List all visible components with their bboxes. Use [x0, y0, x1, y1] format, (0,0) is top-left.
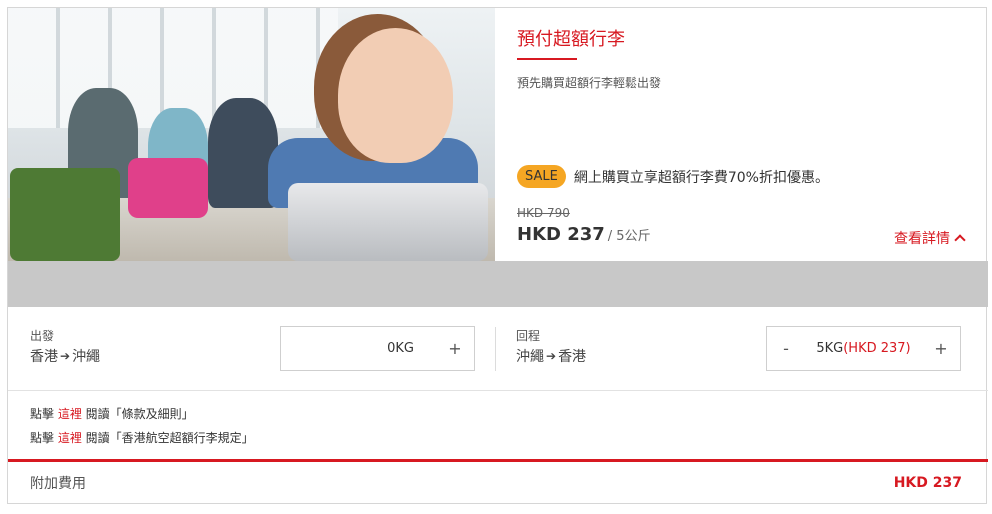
terms-suffix: 閱讀「條款及細則」 [81, 407, 194, 421]
product-info: 預付超額行李 預先購買超額行李輕鬆出發 SALE 網上購買立享超額行李費70%折… [495, 8, 986, 261]
sale-text: 網上購買立享超額行李費70%折扣優惠。 [573, 169, 829, 186]
price-unit: / 5公斤 [607, 229, 651, 244]
return-minus-button[interactable]: - [767, 339, 805, 358]
arrow-right-icon: ➔ [546, 349, 557, 363]
return-fee: (HKD 237) [843, 341, 911, 356]
product-subtitle: 預先購買超額行李輕鬆出發 [517, 76, 662, 90]
title-underline [517, 58, 577, 60]
return-weight: 5KG [816, 341, 844, 356]
outbound-route: 香港 ➔ 沖繩 [30, 346, 100, 366]
product-title: 預付超額行李 [517, 29, 625, 50]
family-airport-photo [8, 8, 495, 261]
view-details-link[interactable]: 查看詳情 [894, 228, 966, 248]
baggage-selector-row: 出發 香港 ➔ 沖繩 0KG + 回程 沖繩 ➔ 香港 - 5KG(HKD 23… [8, 307, 988, 391]
return-plus-button[interactable]: + [922, 339, 960, 358]
leg-divider [495, 327, 496, 371]
return-baggage-value: 5KG(HKD 237) [805, 341, 922, 356]
price-row: HKD 237 / 5公斤 [517, 224, 651, 245]
additional-fee-total: HKD 237 [893, 475, 962, 491]
price: HKD 237 [517, 224, 605, 245]
baggage-rules-line: 點擊 這裡 閱讀「香港航空超額行李規定」 [30, 426, 254, 450]
photo-girl-face [338, 28, 453, 163]
photo-gray-suitcase [288, 183, 488, 261]
gray-band [8, 261, 988, 307]
terms-line: 點擊 這裡 閱讀「條款及細則」 [30, 402, 254, 426]
baggage-card: 預付超額行李 預先購買超額行李輕鬆出發 SALE 網上購買立享超額行李費70%折… [7, 7, 988, 504]
outbound-origin: 香港 [30, 349, 58, 365]
rules-prefix: 點擊 [30, 431, 58, 445]
return-baggage-stepper: - 5KG(HKD 237) + [766, 326, 961, 371]
terms-link[interactable]: 這裡 [58, 407, 82, 421]
return-leg: 回程 沖繩 ➔ 香港 [516, 327, 586, 366]
photo-green-suitcase [10, 168, 120, 261]
outbound-destination: 沖繩 [72, 349, 101, 365]
view-details-label: 查看詳情 [894, 231, 950, 247]
outbound-baggage-stepper: 0KG + [280, 326, 475, 371]
return-origin: 沖繩 [516, 349, 544, 365]
terms-prefix: 點擊 [30, 407, 58, 421]
return-route: 沖繩 ➔ 香港 [516, 346, 586, 366]
sale-badge: SALE [517, 165, 566, 188]
outbound-weight: 0KG [387, 341, 414, 356]
return-label: 回程 [516, 329, 541, 343]
old-price: HKD 790 [517, 206, 570, 220]
rules-suffix: 閱讀「香港航空超額行李規定」 [81, 431, 254, 445]
chevron-up-icon [954, 234, 966, 246]
photo-pink-bag [128, 158, 208, 218]
outbound-leg: 出發 香港 ➔ 沖繩 [30, 327, 100, 366]
baggage-rules-link[interactable]: 這裡 [58, 431, 82, 445]
outbound-label: 出發 [30, 329, 55, 343]
sale-row: SALE 網上購買立享超額行李費70%折扣優惠。 [517, 165, 829, 188]
additional-fee-label: 附加費用 [30, 476, 86, 492]
arrow-right-icon: ➔ [60, 349, 71, 363]
footer: 附加費用 HKD 237 [8, 462, 988, 504]
outbound-plus-button[interactable]: + [436, 339, 474, 358]
outbound-baggage-value: 0KG [319, 341, 436, 356]
terms-links: 點擊 這裡 閱讀「條款及細則」 點擊 這裡 閱讀「香港航空超額行李規定」 [30, 402, 254, 450]
return-destination: 香港 [558, 349, 587, 365]
